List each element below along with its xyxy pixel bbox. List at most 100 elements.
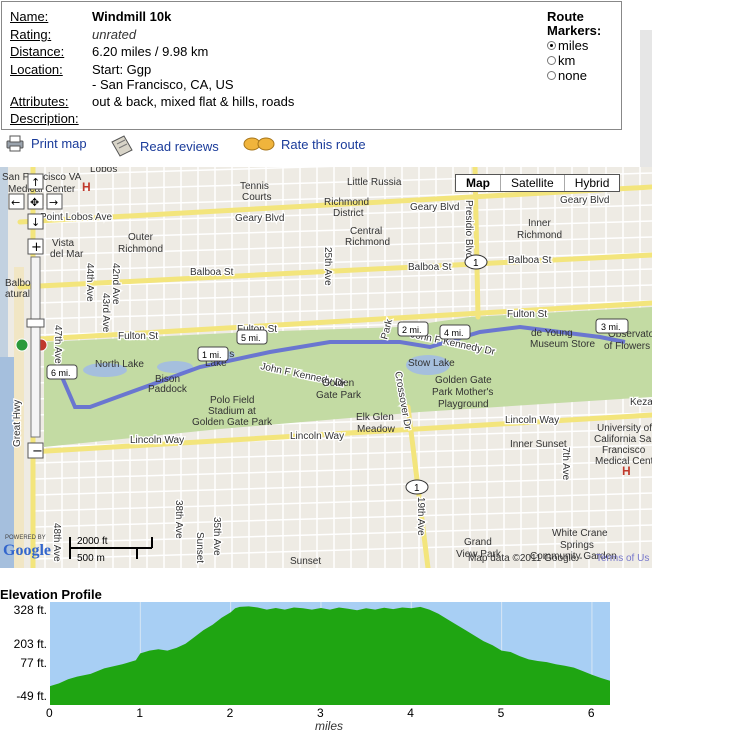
highway-shield: 1 bbox=[405, 479, 429, 495]
radio-km[interactable] bbox=[547, 56, 556, 65]
elevation-chart bbox=[50, 602, 610, 705]
place-label: Richmond bbox=[517, 230, 562, 241]
route-markers-title-line1: Route bbox=[547, 9, 584, 24]
place-label: Elk Glen bbox=[356, 412, 394, 423]
clipboard-icon bbox=[111, 135, 133, 157]
marker-option-none[interactable]: none bbox=[547, 68, 619, 83]
mile-marker-2[interactable]: 2 mi. bbox=[397, 321, 429, 337]
svg-text:2000 ft: 2000 ft bbox=[77, 536, 108, 547]
street-label: Lincoln Way bbox=[505, 415, 559, 426]
google-logo[interactable]: Google bbox=[3, 542, 51, 559]
place-label: District bbox=[333, 208, 364, 219]
mile-marker-6[interactable]: 6 mi. bbox=[46, 364, 78, 380]
marker-option-miles[interactable]: miles bbox=[547, 38, 619, 53]
marker-option-label: none bbox=[558, 68, 587, 83]
plus-icon: + bbox=[31, 240, 42, 255]
svg-text:500 m: 500 m bbox=[77, 553, 105, 564]
svg-text:5 mi.: 5 mi. bbox=[241, 333, 261, 343]
mile-marker-4[interactable]: 4 mi. bbox=[439, 324, 471, 340]
svg-text:1: 1 bbox=[473, 258, 479, 269]
map-canvas[interactable]: Geary Blvd Geary Blvd Geary Blvd Point L… bbox=[0, 167, 652, 568]
place-label: Meadow bbox=[357, 424, 396, 435]
page-scrollbar[interactable] bbox=[640, 30, 652, 170]
terms-of-use-link[interactable]: Terms of Us bbox=[596, 553, 649, 564]
location-label: Location: bbox=[10, 62, 63, 77]
map-type-control[interactable]: Map Satellite Hybrid bbox=[455, 174, 621, 192]
arrow-up-icon: ↑ bbox=[31, 176, 40, 189]
marker-option-km[interactable]: km bbox=[547, 53, 619, 68]
read-reviews-link[interactable]: Read reviews bbox=[110, 134, 219, 158]
street-label: Geary Blvd bbox=[410, 202, 459, 213]
place-label: Vista bbox=[52, 238, 74, 249]
place-label: Playground bbox=[438, 399, 489, 410]
map-type-hybrid-button[interactable]: Hybrid bbox=[563, 175, 620, 191]
elevation-y-tick: -49 ft. bbox=[16, 689, 47, 703]
place-label: Park Mother's bbox=[432, 387, 493, 398]
svg-text:1 mi.: 1 mi. bbox=[202, 350, 222, 360]
street-label: 19th Ave bbox=[415, 497, 426, 536]
elevation-y-tick: 77 ft. bbox=[20, 656, 47, 670]
elevation-x-tick: 0 bbox=[46, 706, 53, 720]
zoom-slider-handle[interactable] bbox=[26, 318, 45, 328]
street-label: 47th Ave bbox=[52, 325, 63, 364]
place-label: Paddock bbox=[148, 384, 188, 395]
rate-route-link[interactable]: Rate this route bbox=[243, 134, 366, 154]
place-label: Tennis bbox=[240, 181, 269, 192]
place-label: Lobos bbox=[90, 167, 117, 175]
street-label: Great Hwy bbox=[12, 400, 23, 447]
street-label: Lincoln Way bbox=[130, 435, 184, 446]
place-label: Central bbox=[350, 226, 382, 237]
name-label: Name: bbox=[10, 9, 49, 24]
mile-marker-1[interactable]: 1 mi. bbox=[197, 346, 229, 362]
print-map-link[interactable]: Print map bbox=[5, 134, 87, 152]
elevation-x-tick: 5 bbox=[497, 706, 505, 720]
place-label: Inner Sunset bbox=[510, 439, 567, 450]
read-reviews-text[interactable]: Read reviews bbox=[140, 139, 219, 154]
marker-option-label: km bbox=[558, 53, 576, 68]
svg-text:2 mi.: 2 mi. bbox=[402, 325, 422, 335]
radio-none[interactable] bbox=[547, 71, 556, 80]
route-markers-title-line2: Markers: bbox=[547, 23, 602, 38]
street-label: Fulton St bbox=[118, 331, 158, 342]
place-label: Springs bbox=[560, 540, 594, 551]
zoom-slider-track[interactable] bbox=[30, 256, 41, 438]
distance-value: 6.20 miles / 9.98 km bbox=[92, 44, 209, 59]
street-label: Point Lobos Ave bbox=[40, 212, 113, 223]
place-label: del Mar bbox=[50, 249, 84, 260]
place-label: University of bbox=[597, 423, 652, 434]
move-icon: ✥ bbox=[30, 196, 39, 209]
place-label: California Sa bbox=[594, 434, 652, 445]
radio-miles[interactable] bbox=[547, 41, 556, 50]
mile-marker-5[interactable]: 5 mi. bbox=[236, 329, 268, 345]
street-label: Geary Blvd bbox=[235, 213, 284, 224]
location-start: Start: Ggp bbox=[92, 62, 152, 77]
street-label: Balboa St bbox=[408, 262, 452, 273]
elevation-y-tick: 203 ft. bbox=[13, 637, 47, 651]
location-city: - San Francisco, CA, US bbox=[92, 77, 234, 92]
mile-marker-3[interactable]: 3 mi. bbox=[595, 318, 629, 334]
printer-icon bbox=[6, 135, 24, 152]
street-label: 25th Ave bbox=[322, 247, 333, 286]
route-map[interactable]: Geary Blvd Geary Blvd Geary Blvd Point L… bbox=[0, 167, 652, 568]
place-label: Stadium at bbox=[208, 406, 256, 417]
map-type-satellite-button[interactable]: Satellite bbox=[500, 175, 564, 191]
attributes-label: Attributes: bbox=[10, 94, 69, 109]
place-label: Golden Gate Park bbox=[192, 417, 273, 428]
distance-label: Distance: bbox=[10, 44, 65, 59]
svg-text:4 mi.: 4 mi. bbox=[444, 328, 464, 338]
street-label: 7th Ave bbox=[560, 447, 571, 481]
route-name: Windmill 10k bbox=[92, 9, 172, 24]
print-map-text[interactable]: Print map bbox=[31, 136, 87, 151]
start-marker-icon[interactable] bbox=[15, 338, 29, 352]
place-label: Richmond bbox=[324, 197, 369, 208]
route-info-panel: Name: Windmill 10k Rating: unrated Dista… bbox=[1, 1, 622, 130]
street-label: Lincoln Way bbox=[290, 431, 344, 442]
street-label: Geary Blvd bbox=[560, 195, 609, 206]
rate-route-text[interactable]: Rate this route bbox=[281, 137, 366, 152]
minus-icon: − bbox=[32, 444, 43, 459]
map-type-map-button[interactable]: Map bbox=[456, 175, 500, 191]
place-label: of Flowers bbox=[604, 341, 650, 352]
place-label: Gate Park bbox=[316, 390, 362, 401]
street-label: 43rd Ave bbox=[100, 293, 111, 333]
place-label: Grand bbox=[464, 537, 492, 548]
